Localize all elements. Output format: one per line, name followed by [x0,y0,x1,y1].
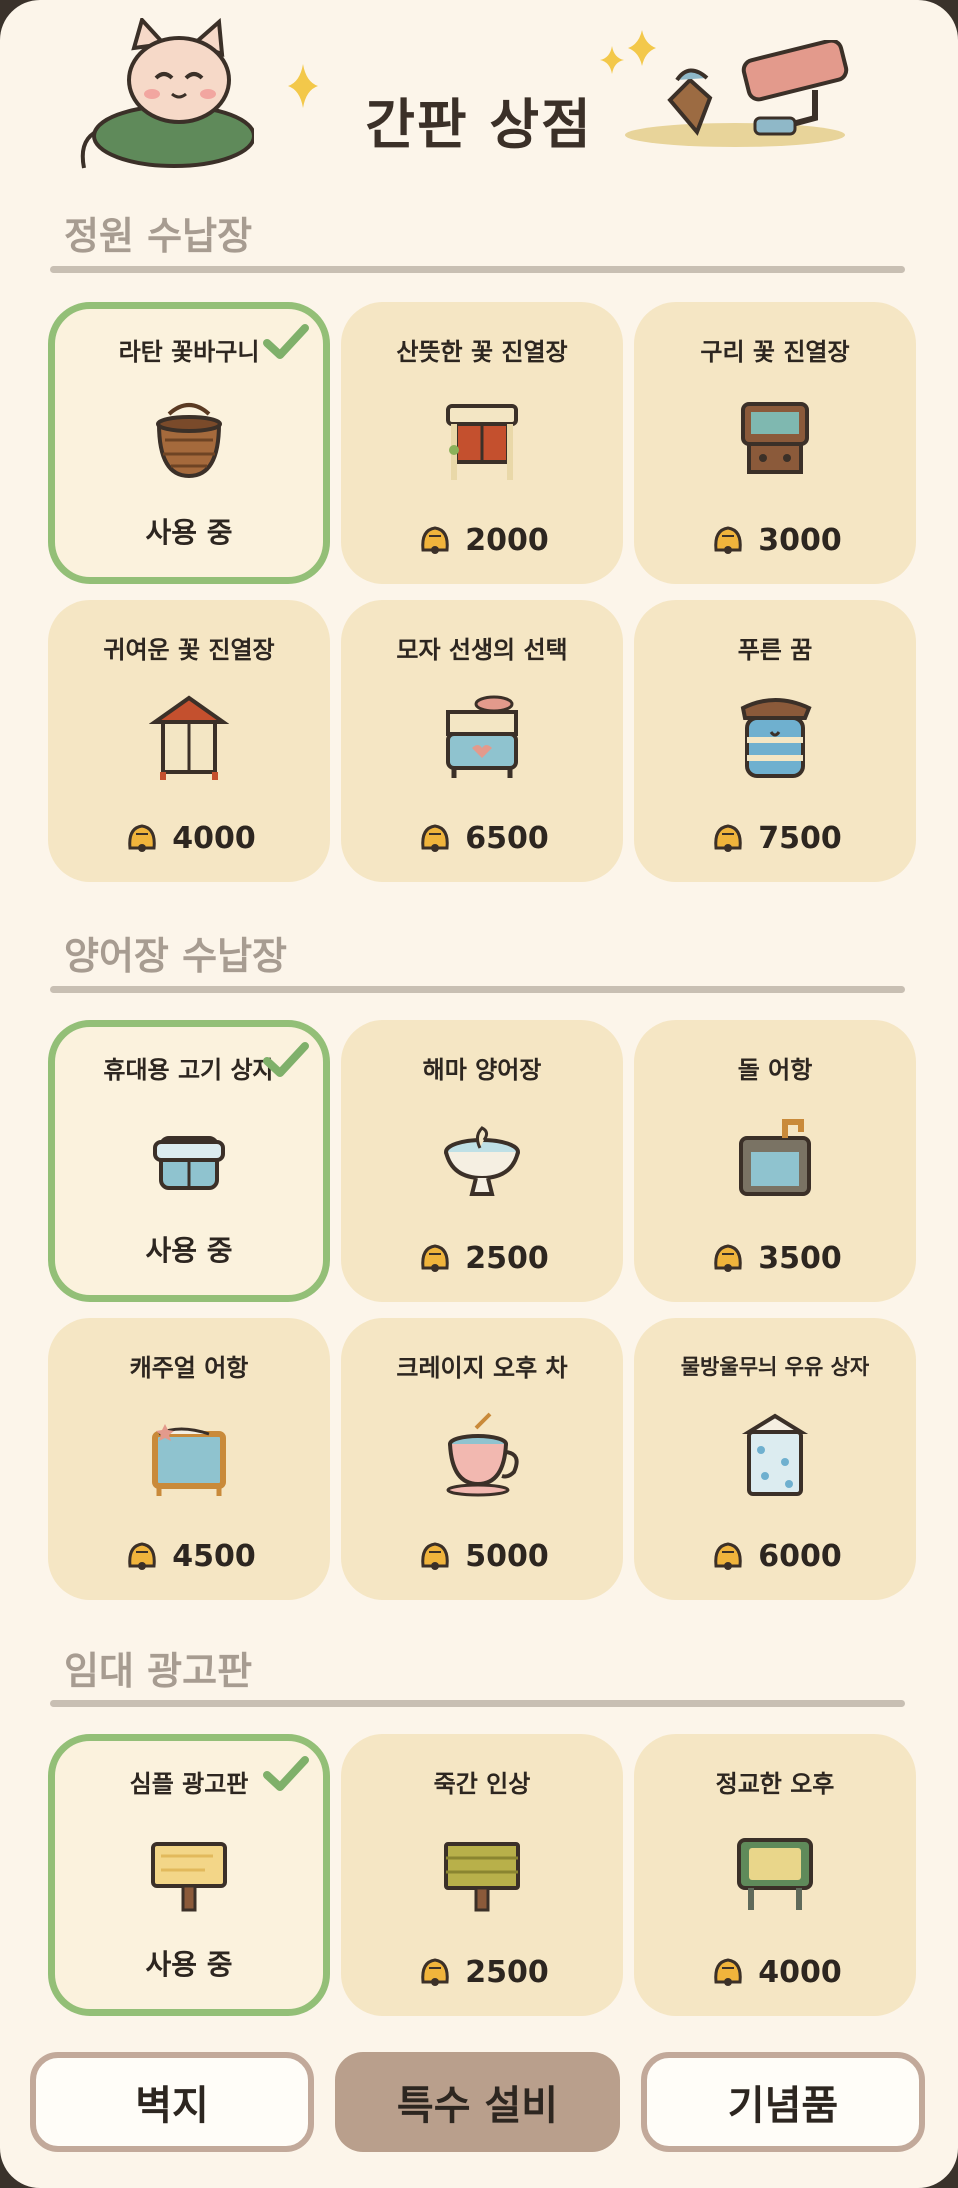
tab-special-equipment[interactable]: 특수 설비 [335,2052,620,2152]
item-price: 3500 [634,1238,916,1278]
section-divider [50,986,905,993]
shop-item-card[interactable]: 심플 광고판 사용 중 [48,1734,330,2016]
teacup-icon [446,1412,519,1497]
bell-coin-icon [421,1244,449,1272]
bamboo-sign-icon [444,1842,520,1912]
shop-item-card[interactable]: 모자 선생의 선택 6500 [341,600,623,882]
bell-coin-icon [128,824,156,852]
blue-drawer-icon [740,698,812,778]
price-value: 5000 [465,1538,549,1574]
item-price: 4500 [48,1536,330,1576]
section-divider [50,266,905,273]
item-name: 푸른 꿈 [737,636,813,664]
shop-item-card[interactable]: 크레이지 오후 차 5000 [341,1318,623,1600]
item-name: 죽간 인상 [433,1770,531,1798]
shop-item-card[interactable]: 휴대용 고기 상자 사용 중 [48,1020,330,1302]
shop-header: 간판 상점 [0,0,958,190]
item-name: 캐주얼 어항 [129,1354,249,1382]
bell-coin-icon [421,1542,449,1570]
shop-item-card[interactable]: 죽간 인상 2500 [341,1734,623,2016]
shop-item-card[interactable]: 라탄 꽃바구니 사용 중 [48,302,330,584]
item-name: 정교한 오후 [715,1770,835,1798]
hat-drawer-icon [446,695,518,778]
item-price: 4000 [48,818,330,858]
shop-item-card[interactable]: 정교한 오후 4000 [634,1734,916,2016]
framed-sign-icon [737,1838,813,1910]
item-price: 3000 [634,520,916,560]
flower-stand-icon [446,404,518,480]
shop-item-card[interactable]: 해마 양어장 2500 [341,1020,623,1302]
price-value: 7500 [758,820,842,856]
shop-item-card[interactable]: 구리 꽃 진열장 3000 [634,302,916,584]
bell-coin-icon [714,1542,742,1570]
shop-item-card[interactable]: 물방울무늬 우유 상자 6000 [634,1318,916,1600]
bell-coin-icon [421,1958,449,1986]
item-name: 모자 선생의 선택 [396,636,568,664]
section-divider [50,1700,905,1707]
item-name: 구리 꽃 진열장 [700,338,850,366]
shop-item-card[interactable]: 귀여운 꽃 진열장 4000 [48,600,330,882]
price-value: 4500 [172,1538,256,1574]
item-name: 크레이지 오후 차 [396,1354,568,1382]
checkmark-icon [263,1756,309,1791]
bell-coin-icon [714,824,742,852]
in-use-status: 사용 중 [145,1234,233,1267]
shop-item-card[interactable]: 푸른 꿈 7500 [634,600,916,882]
price-value: 3000 [758,522,842,558]
stone-tank-icon [739,1119,811,1196]
section-title-garden: 정원 수납장 [64,214,253,258]
price-value: 2500 [465,1954,549,1990]
basket-icon [156,403,222,479]
simple-sign-icon [151,1842,227,1912]
item-price: 7500 [634,818,916,858]
item-price: 6000 [634,1536,916,1576]
milk-carton-icon [741,1413,809,1496]
item-price: 4000 [634,1952,916,1992]
bell-coin-icon [421,824,449,852]
bell-coin-icon [714,1244,742,1272]
item-price: 2500 [341,1238,623,1278]
price-value: 6500 [465,820,549,856]
shop-panel: 간판 상점 정원 수납장 라탄 꽃바구니 사용 중 산뜻한 꽃 진열장 2000… [0,0,958,2188]
shop-item-card[interactable]: 산뜻한 꽃 진열장 2000 [341,302,623,584]
bell-coin-icon [714,1958,742,1986]
seahorse-bowl-icon [444,1126,520,1196]
item-price: 2000 [341,520,623,560]
price-value: 6000 [758,1538,842,1574]
in-use-status: 사용 중 [145,516,233,549]
checkmark-icon [263,1042,309,1077]
item-name: 물방울무늬 우유 상자 [680,1355,870,1379]
item-name: 해마 양어장 [422,1056,542,1084]
item-price: 2500 [341,1952,623,1992]
bell-coin-icon [128,1542,156,1570]
item-price: 5000 [341,1536,623,1576]
in-use-status: 사용 중 [145,1948,233,1981]
price-value: 4000 [172,820,256,856]
casual-tank-icon [152,1424,226,1496]
item-price: 6500 [341,818,623,858]
item-name: 귀여운 꽃 진열장 [103,636,275,664]
copper-stand-icon [741,402,809,474]
section-title-fishpond: 양어장 수납장 [64,934,287,978]
price-value: 4000 [758,1954,842,1990]
price-value: 2500 [465,1240,549,1276]
tab-souvenir[interactable]: 기념품 [641,2052,925,2152]
section-title-billboard: 임대 광고판 [64,1649,253,1693]
paint-roller-icon [625,40,849,147]
price-value: 2000 [465,522,549,558]
item-name: 산뜻한 꽃 진열장 [396,338,568,366]
bell-coin-icon [421,526,449,554]
fish-box-icon [153,1136,225,1190]
shop-item-card[interactable]: 캐주얼 어항 4500 [48,1318,330,1600]
checkmark-icon [263,324,309,359]
bell-coin-icon [714,526,742,554]
shop-item-card[interactable]: 돌 어항 3500 [634,1020,916,1302]
tab-wallpaper[interactable]: 벽지 [30,2052,314,2152]
item-name: 돌 어항 [737,1056,813,1084]
price-value: 3500 [758,1240,842,1276]
cute-stand-icon [149,695,229,780]
